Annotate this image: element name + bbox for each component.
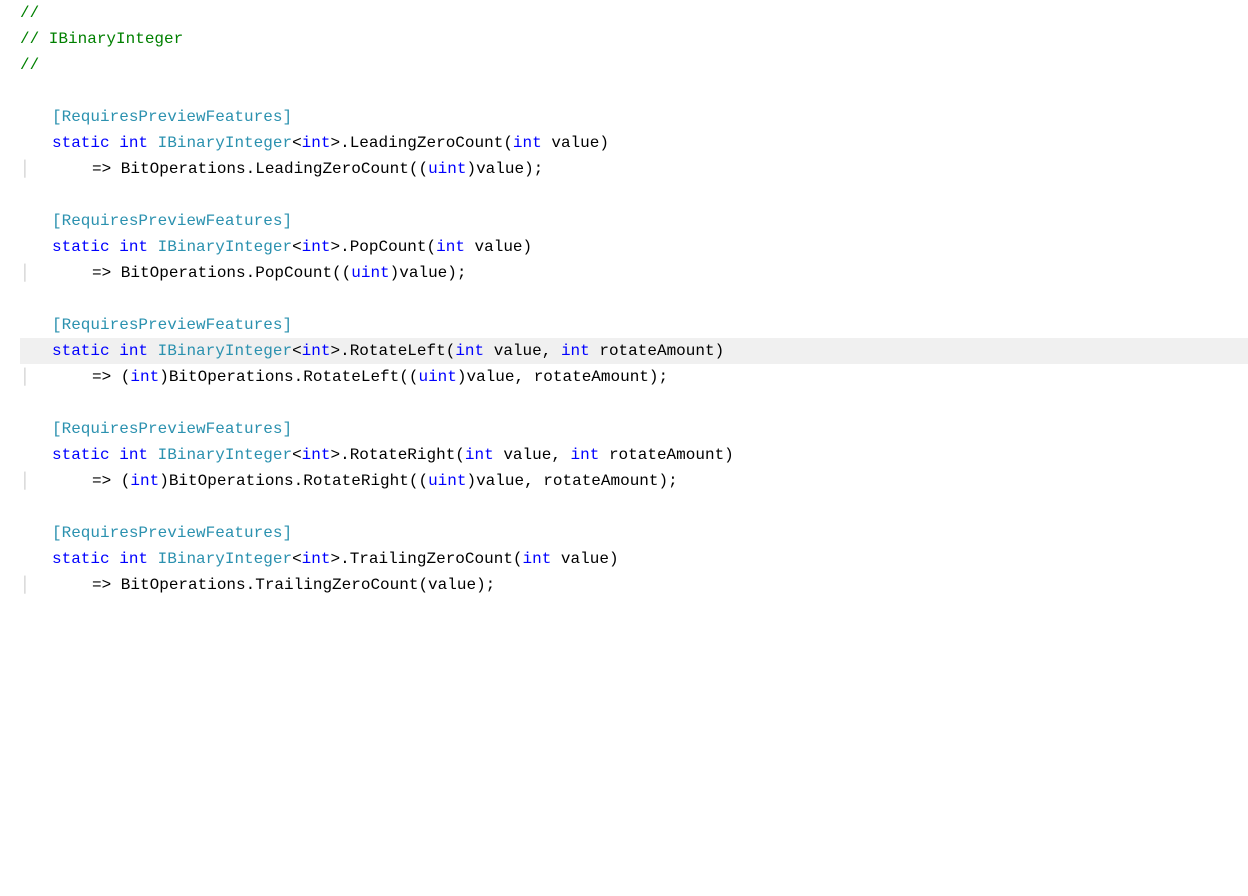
code-line: │=> (int)BitOperations.RotateRight((uint… <box>20 468 1248 494</box>
code-line: static int IBinaryInteger<int>.TrailingZ… <box>20 546 1248 572</box>
code-line: // IBinaryInteger <box>20 26 1248 52</box>
code-line: static int IBinaryInteger<int>.RotateRig… <box>20 442 1248 468</box>
code-line: │=> (int)BitOperations.RotateLeft((uint)… <box>20 364 1248 390</box>
code-line: │=> BitOperations.PopCount((uint)value); <box>20 260 1248 286</box>
code-line <box>20 494 1248 520</box>
code-line: static int IBinaryInteger<int>.LeadingZe… <box>20 130 1248 156</box>
code-line: [RequiresPreviewFeatures] <box>20 416 1248 442</box>
code-line: [RequiresPreviewFeatures] <box>20 520 1248 546</box>
code-line <box>20 78 1248 104</box>
code-editor: // // IBinaryInteger // [RequiresPreview… <box>0 0 1248 896</box>
code-line: // <box>20 52 1248 78</box>
code-line: │=> BitOperations.TrailingZeroCount(valu… <box>20 572 1248 598</box>
code-line <box>20 182 1248 208</box>
code-line <box>20 286 1248 312</box>
code-line: static int IBinaryInteger<int>.PopCount(… <box>20 234 1248 260</box>
code-line: [RequiresPreviewFeatures] <box>20 312 1248 338</box>
code-line: │=> BitOperations.LeadingZeroCount((uint… <box>20 156 1248 182</box>
code-line: [RequiresPreviewFeatures] <box>20 208 1248 234</box>
code-line <box>20 390 1248 416</box>
code-line: // <box>20 0 1248 26</box>
code-content[interactable]: // // IBinaryInteger // [RequiresPreview… <box>0 0 1248 896</box>
code-line: [RequiresPreviewFeatures] <box>20 104 1248 130</box>
code-line-highlighted: static int IBinaryInteger<int>.RotateLef… <box>20 338 1248 364</box>
